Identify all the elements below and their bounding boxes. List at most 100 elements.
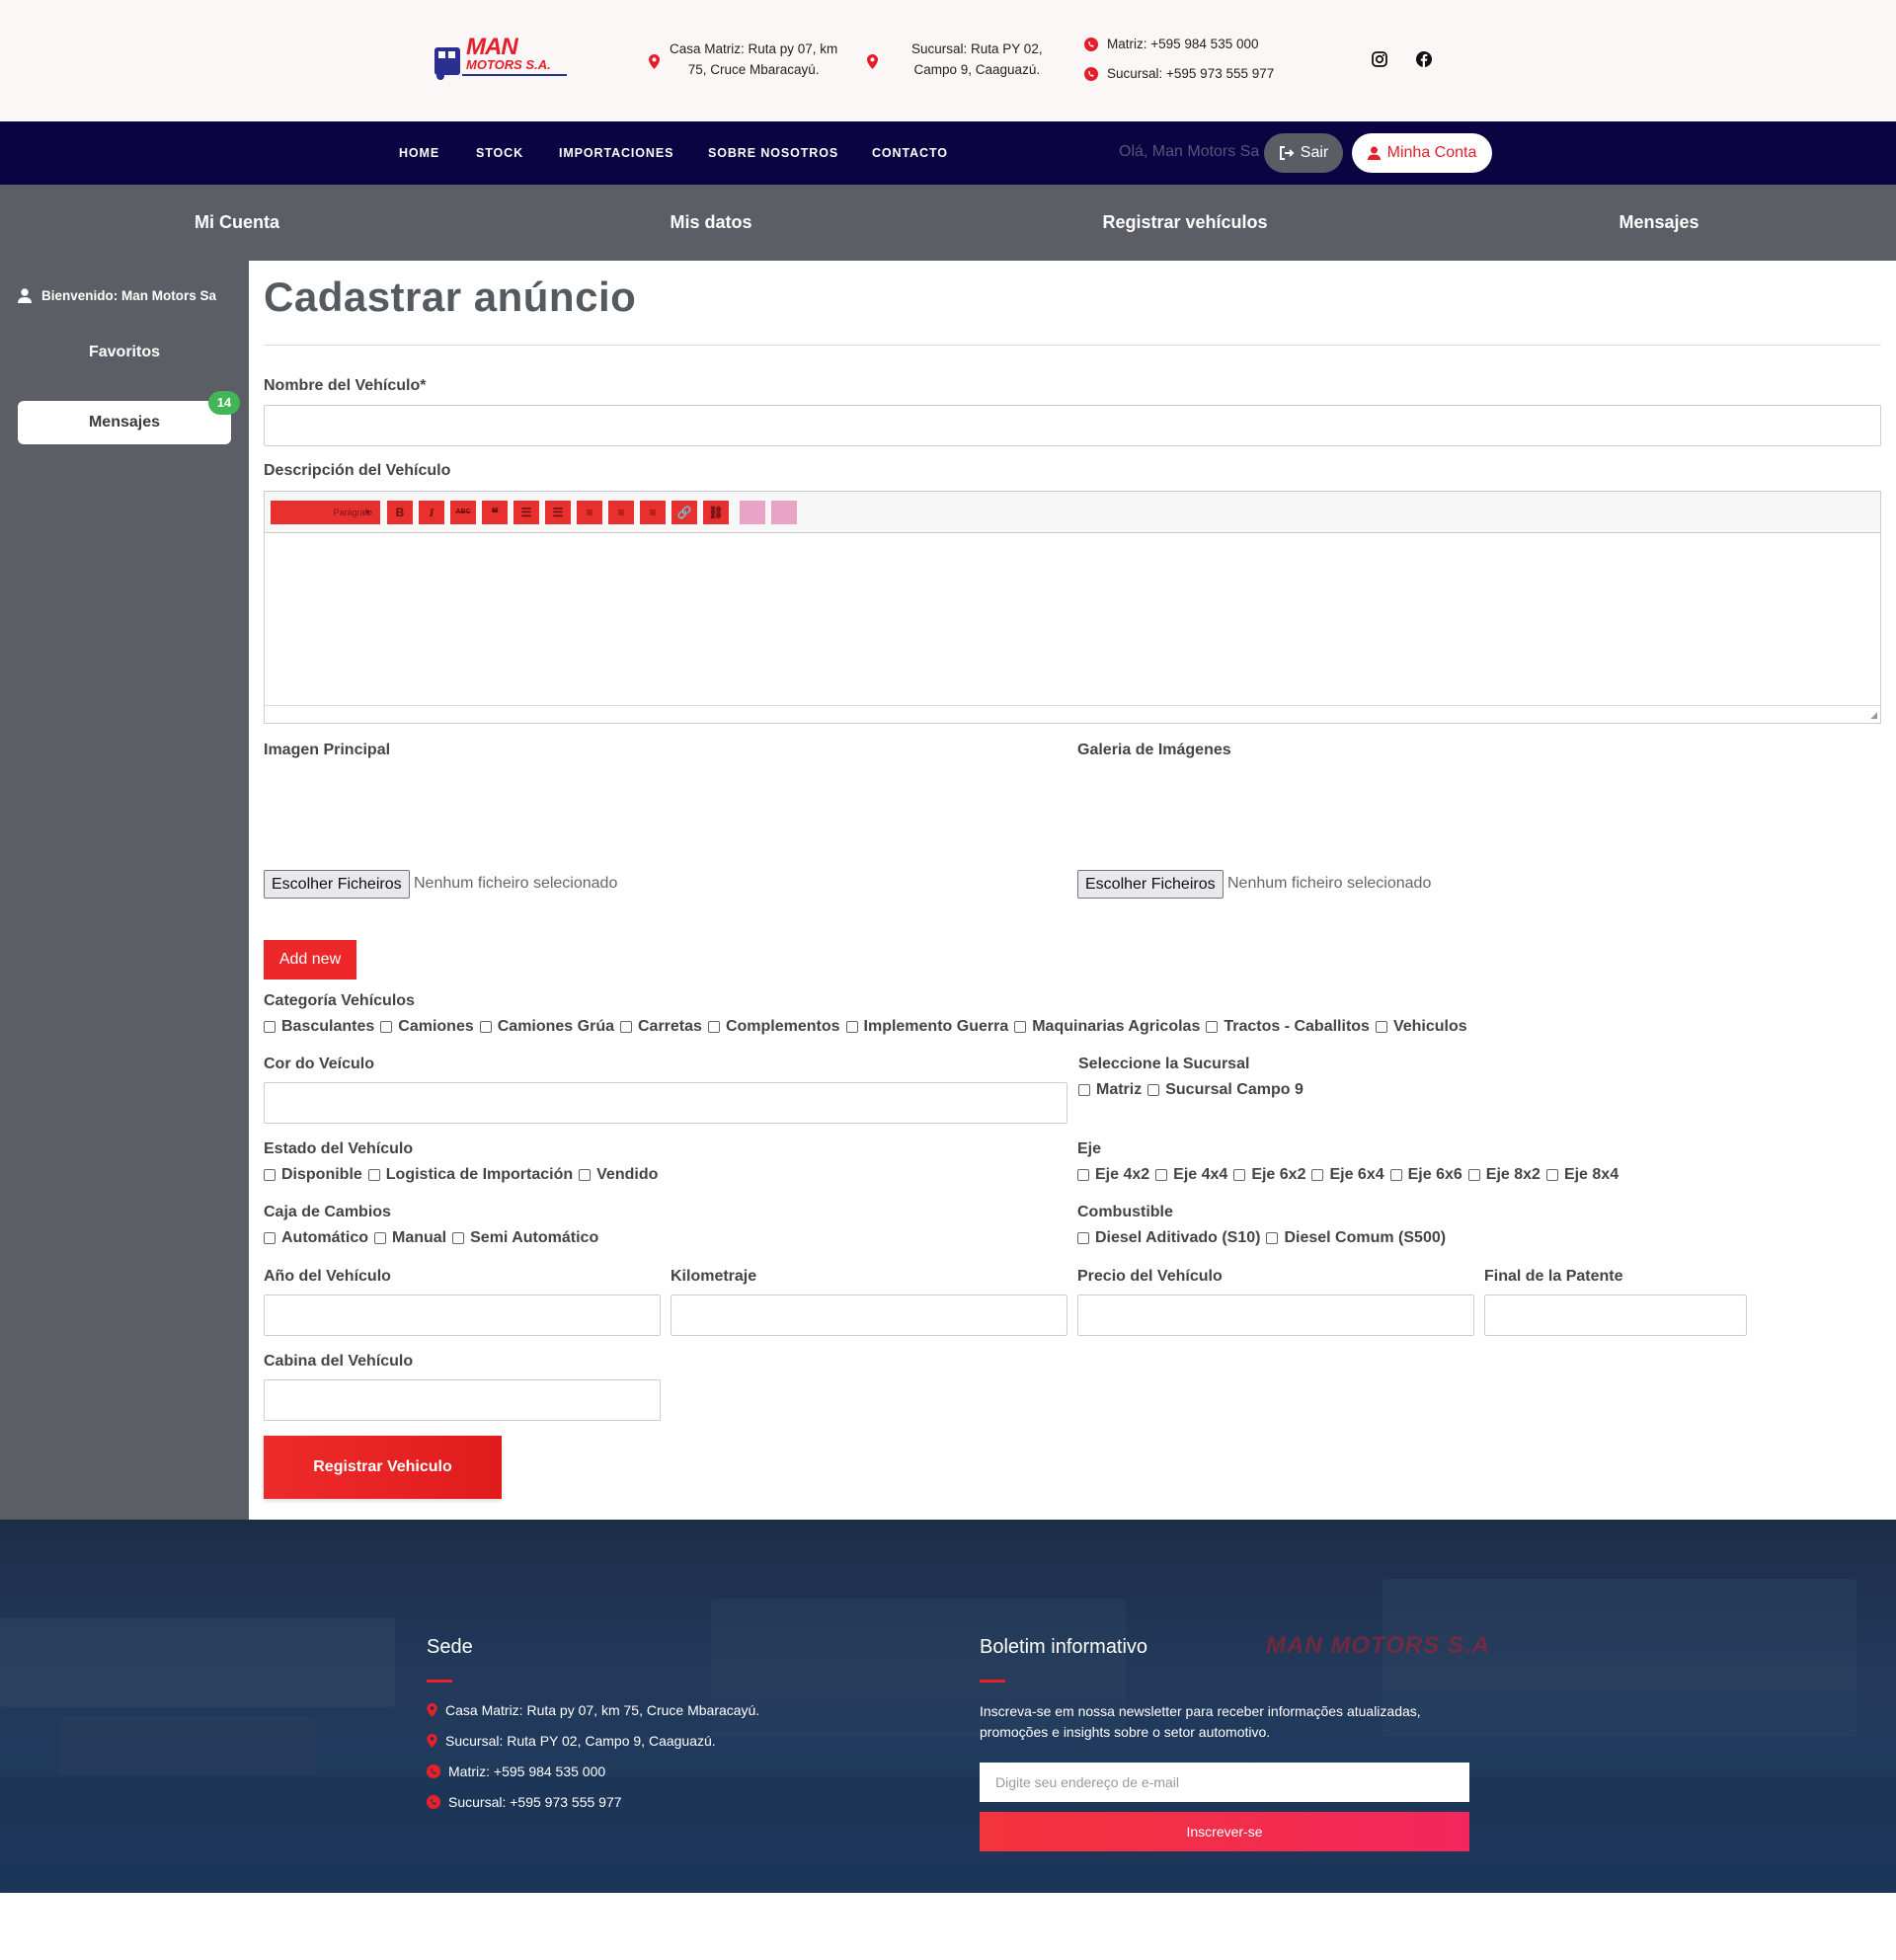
register-vehicle-button[interactable]: Registrar Vehiculo xyxy=(264,1436,502,1499)
category-option[interactable]: Implemento Guerra xyxy=(845,1018,1008,1036)
state-option[interactable]: Vendido xyxy=(579,1166,658,1184)
checkbox[interactable] xyxy=(1375,1021,1387,1033)
checkbox[interactable] xyxy=(264,1021,276,1033)
add-new-button[interactable]: Add new xyxy=(264,940,356,980)
nav-home[interactable]: HOME xyxy=(399,146,439,160)
state-option[interactable]: Logistica de Importación xyxy=(367,1166,573,1184)
axle-option[interactable]: Eje 4x4 xyxy=(1155,1166,1227,1184)
axle-option[interactable]: Eje 8x4 xyxy=(1545,1166,1619,1184)
km-input[interactable] xyxy=(671,1294,1067,1336)
category-option[interactable]: Basculantes xyxy=(264,1018,374,1036)
footer-phone-matriz[interactable]: Matriz: +595 984 535 000 xyxy=(427,1764,605,1779)
axle-option[interactable]: Eje 6x4 xyxy=(1311,1166,1384,1184)
vehicle-color-input[interactable] xyxy=(264,1082,1067,1124)
branch-option[interactable]: Matriz xyxy=(1078,1081,1142,1099)
fuel-option[interactable]: Diesel Aditivado (S10) xyxy=(1077,1229,1260,1247)
footer-phone-sucursal[interactable]: Sucursal: +595 973 555 977 xyxy=(427,1794,622,1810)
checkbox[interactable] xyxy=(1233,1169,1246,1181)
checkbox[interactable] xyxy=(479,1021,492,1033)
align-center-button[interactable]: ≡ xyxy=(608,501,634,524)
nav-importaciones[interactable]: IMPORTACIONES xyxy=(559,146,673,160)
my-account-button[interactable]: Minha Conta xyxy=(1352,133,1492,173)
checkbox[interactable] xyxy=(1147,1084,1160,1096)
align-right-button[interactable]: ≡ xyxy=(640,501,666,524)
checkbox[interactable] xyxy=(380,1021,393,1033)
more-button[interactable] xyxy=(740,501,765,524)
bullet-list-button[interactable]: ☰ xyxy=(514,501,539,524)
instagram-icon[interactable] xyxy=(1372,51,1389,69)
category-option[interactable]: Maquinarias Agricolas xyxy=(1014,1018,1200,1036)
checkbox[interactable] xyxy=(1545,1169,1558,1181)
checkbox[interactable] xyxy=(620,1021,632,1033)
subscribe-button[interactable]: Inscrever-se xyxy=(980,1812,1469,1851)
phone-sucursal[interactable]: Sucursal: +595 973 555 977 xyxy=(1084,66,1274,81)
tab-mensajes[interactable]: Mensajes xyxy=(1619,212,1698,233)
tab-mis-datos[interactable]: Mis datos xyxy=(670,212,751,233)
category-option[interactable]: Camiones Grúa xyxy=(479,1018,614,1036)
link-button[interactable]: 🔗 xyxy=(672,501,697,524)
branch-option[interactable]: Sucursal Campo 9 xyxy=(1147,1081,1304,1099)
numbered-list-button[interactable]: ☰ xyxy=(545,501,571,524)
checkbox[interactable] xyxy=(1077,1232,1089,1244)
tab-mi-cuenta[interactable]: Mi Cuenta xyxy=(195,212,279,233)
checkbox[interactable] xyxy=(452,1232,465,1244)
blockquote-button[interactable]: ❝ xyxy=(482,501,508,524)
nav-stock[interactable]: STOCK xyxy=(476,146,523,160)
gearbox-option[interactable]: Semi Automático xyxy=(452,1229,598,1247)
plate-input[interactable] xyxy=(1484,1294,1747,1336)
category-option[interactable]: Tractos - Caballitos xyxy=(1206,1018,1370,1036)
facebook-icon[interactable] xyxy=(1416,51,1434,69)
checkbox[interactable] xyxy=(707,1021,720,1033)
category-option[interactable]: Vehiculos xyxy=(1375,1018,1467,1036)
year-input[interactable] xyxy=(264,1294,661,1336)
category-option[interactable]: Camiones xyxy=(380,1018,474,1036)
checkbox[interactable] xyxy=(1467,1169,1480,1181)
gearbox-option[interactable]: Automático xyxy=(264,1229,368,1247)
checkbox[interactable] xyxy=(1389,1169,1402,1181)
axle-option[interactable]: Eje 8x2 xyxy=(1467,1166,1540,1184)
strikethrough-button[interactable]: ABC xyxy=(450,501,476,524)
tab-registrar-vehiculos[interactable]: Registrar vehículos xyxy=(1102,212,1267,233)
checkbox[interactable] xyxy=(1266,1232,1279,1244)
axle-option[interactable]: Eje 6x6 xyxy=(1389,1166,1462,1184)
axle-option[interactable]: Eje 6x2 xyxy=(1233,1166,1305,1184)
format-select[interactable]: Parágrafo ▼ xyxy=(271,501,380,524)
align-left-button[interactable]: ≡ xyxy=(577,501,602,524)
gallery-file-button[interactable]: Escolher Ficheiros xyxy=(1077,870,1224,899)
axle-option[interactable]: Eje 4x2 xyxy=(1077,1166,1149,1184)
sidebar-item-favoritos[interactable]: Favoritos xyxy=(0,344,249,361)
checkbox[interactable] xyxy=(1077,1169,1089,1181)
category-option[interactable]: Carretas xyxy=(620,1018,702,1036)
resize-handle-icon[interactable]: ◢ xyxy=(1870,710,1877,721)
gearbox-option[interactable]: Manual xyxy=(374,1229,446,1247)
newsletter-email-input[interactable]: Digite seu endereço de e-mail xyxy=(980,1763,1469,1802)
checkbox[interactable] xyxy=(579,1169,592,1181)
price-input[interactable] xyxy=(1077,1294,1474,1336)
checkbox[interactable] xyxy=(1014,1021,1027,1033)
checkbox[interactable] xyxy=(264,1169,276,1181)
state-option[interactable]: Disponible xyxy=(264,1166,362,1184)
phone-matriz[interactable]: Matriz: +595 984 535 000 xyxy=(1084,37,1258,51)
checkbox[interactable] xyxy=(845,1021,858,1033)
unlink-button[interactable]: ⛓ xyxy=(703,501,729,524)
checkbox[interactable] xyxy=(374,1232,386,1244)
fuel-option[interactable]: Diesel Comum (S500) xyxy=(1266,1229,1446,1247)
category-option[interactable]: Complementos xyxy=(707,1018,840,1036)
checkbox[interactable] xyxy=(1206,1021,1219,1033)
main-image-file-button[interactable]: Escolher Ficheiros xyxy=(264,870,410,899)
nav-sobre-nosotros[interactable]: SOBRE NOSOTROS xyxy=(708,146,838,160)
logout-button[interactable]: Sair xyxy=(1264,133,1343,173)
nav-contacto[interactable]: CONTACTO xyxy=(872,146,948,160)
vehicle-name-input[interactable] xyxy=(264,405,1881,446)
checkbox[interactable] xyxy=(367,1169,380,1181)
checkbox[interactable] xyxy=(1078,1084,1090,1096)
cabin-input[interactable] xyxy=(264,1379,661,1421)
checkbox[interactable] xyxy=(264,1232,276,1244)
checkbox[interactable] xyxy=(1155,1169,1168,1181)
brand-logo[interactable]: MAN MOTORS S.A. xyxy=(433,34,571,83)
checkbox[interactable] xyxy=(1311,1169,1324,1181)
italic-button[interactable]: I xyxy=(419,501,444,524)
bold-button[interactable]: B xyxy=(387,501,413,524)
sidebar-item-mensajes[interactable]: Mensajes 14 xyxy=(18,391,240,444)
fullscreen-button[interactable] xyxy=(771,501,797,524)
